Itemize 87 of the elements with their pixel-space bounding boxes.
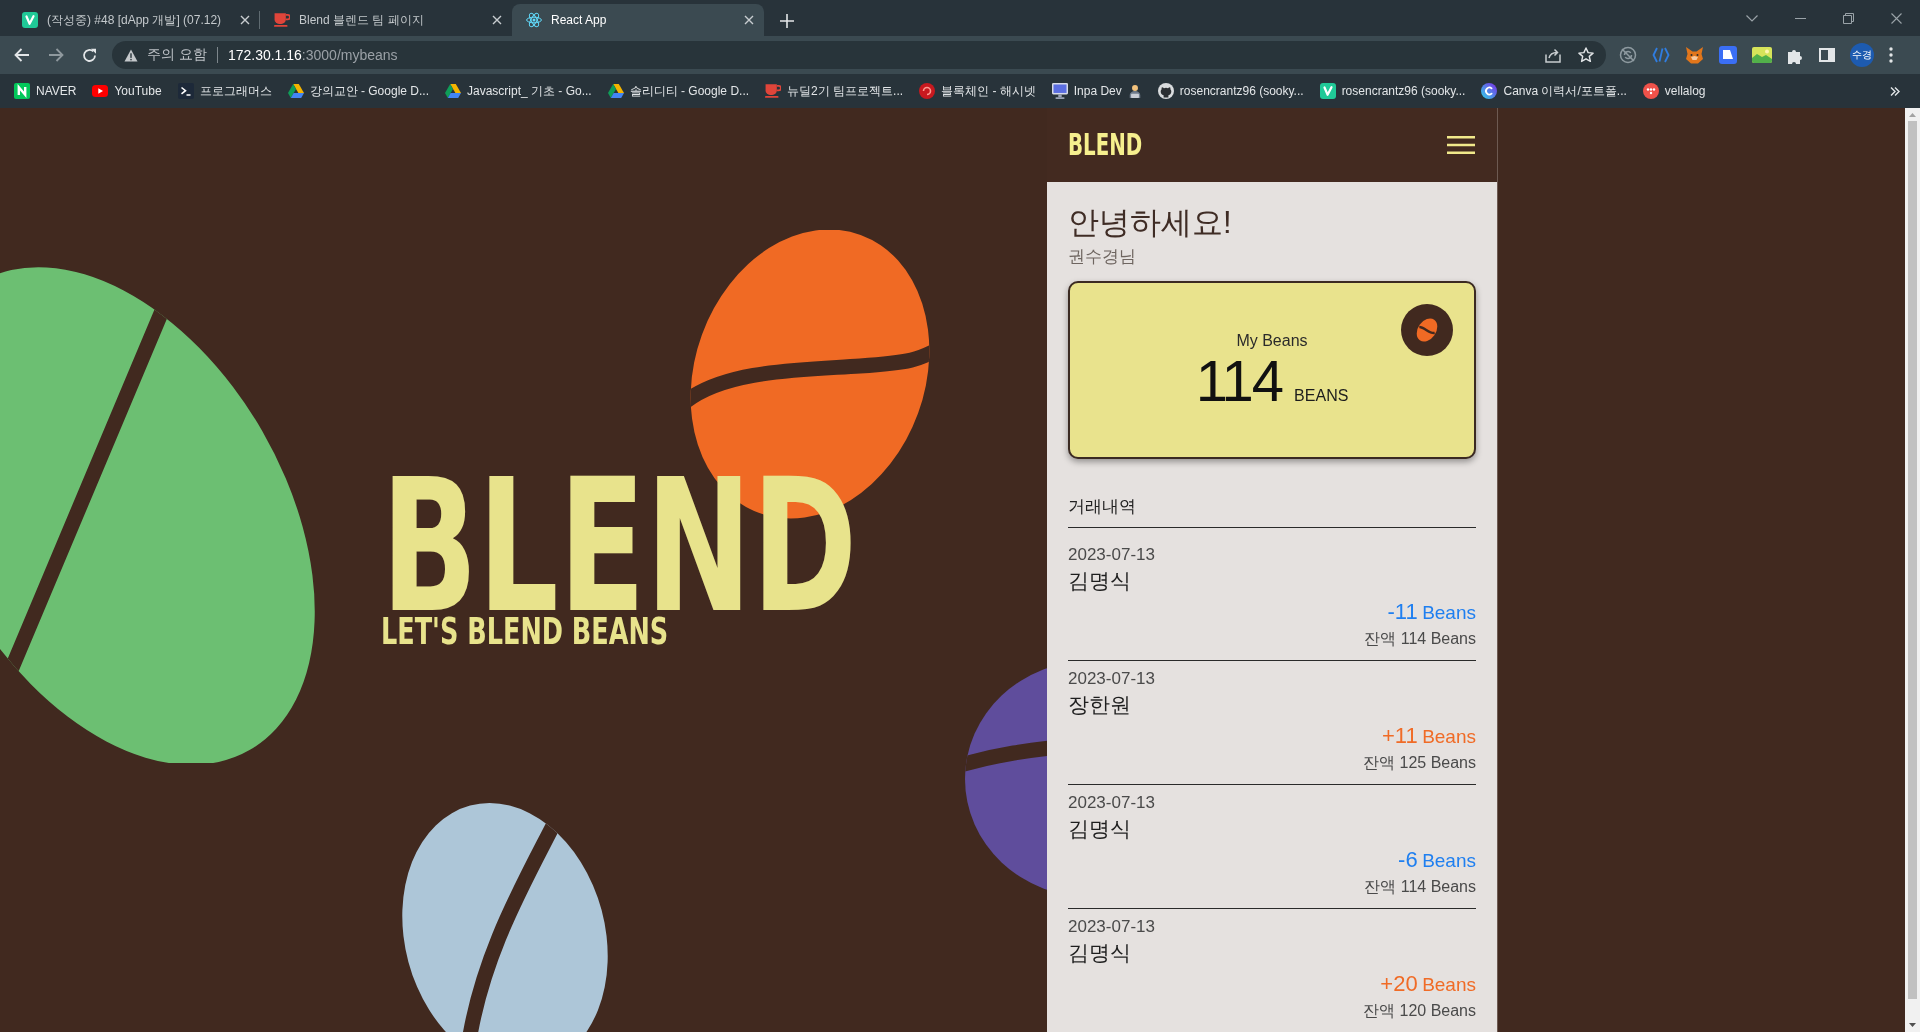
transaction-amount: +20 Beans [1380,971,1476,998]
close-icon[interactable] [1890,12,1902,24]
balance-text: 잔액 114 Beans [1364,877,1476,897]
tile-icon [14,83,30,99]
bookmark-link[interactable]: Javascript_ 기초 - Go... [439,78,598,104]
bookmark-link[interactable]: Canva 이력서/포트폴... [1475,78,1633,104]
bookmark-link[interactable]: 뉴딜2기 팀프로젝트... [759,78,910,104]
menu-icon[interactable] [1889,47,1893,63]
close-icon[interactable] [492,15,502,25]
scrollbar-thumb[interactable] [1908,121,1917,999]
browser-tab[interactable]: React App [512,4,764,36]
share-icon[interactable] [1545,47,1561,63]
bookmark-link[interactable]: NAVER [8,78,83,104]
scroll-down-icon[interactable] [1909,1023,1916,1027]
balance-text: 잔액 120 Beans [1363,1001,1476,1021]
balance-amount: 114 [1195,353,1283,409]
history-heading: 거래내역 [1068,496,1136,518]
transaction-amount: -11 Beans [1387,599,1476,626]
hero-tagline: LET'S BLEND BEANS [381,616,669,647]
double-chevron-icon[interactable] [1890,86,1900,96]
triangle-logo-icon [445,84,461,98]
user-name: 권수경님 [1068,246,1136,268]
monitor-icon [1051,83,1068,99]
coffee-bean-icon [1401,304,1453,356]
profile-avatar[interactable]: 수경 [1850,43,1874,67]
atom-icon [526,12,542,28]
transaction-amount: +11 Beans [1382,723,1476,750]
minimize-icon[interactable] [1794,17,1806,19]
bookmark-link[interactable]: YouTube [86,78,168,104]
transaction-amount: -6 Beans [1398,847,1476,874]
transaction-name: 김명식 [1068,568,1131,594]
cat-logo-icon [1157,83,1174,99]
app-logo[interactable]: BLEND [1068,133,1143,157]
menu-icon[interactable] [1447,136,1475,154]
transaction-date: 2023-07-13 [1068,793,1155,813]
prompt-tile-icon [177,83,194,99]
hero-title: BLEND [381,477,858,617]
bookmark-link[interactable]: 솔리디티 - Google D... [601,78,756,104]
forward-icon[interactable] [48,48,64,62]
transaction-date: 2023-07-13 [1068,917,1155,937]
url-text[interactable]: 172.30.1.16:3000/mybeans [227,47,398,63]
warning-icon [124,48,138,62]
triangle-logo-icon [607,84,624,98]
greeting-heading: 안녕하세요! [1068,204,1232,242]
transaction-name: 김명식 [1068,816,1131,842]
cup-icon [274,12,290,28]
security-chip[interactable]: 주의 요함 [124,46,207,64]
bookmark-link[interactable]: Inpa Dev [1045,78,1148,104]
close-icon[interactable] [744,15,754,25]
cup-icon [765,83,782,99]
transaction-name: 장한원 [1068,692,1131,718]
circle-arrows-icon[interactable] [1619,46,1637,64]
balance-text: 잔액 125 Beans [1363,753,1476,773]
transaction-name: 김명식 [1068,940,1131,966]
browser-tab[interactable]: Blend 블렌드 팀 페이지 [260,4,512,36]
triangle-logo-icon [287,84,304,98]
circle-logo-icon [1481,83,1498,99]
balance-label: My Beans [1236,331,1308,351]
circle-logo-icon [919,83,936,99]
reload-icon[interactable] [82,47,97,63]
plus-icon[interactable] [780,14,794,28]
bookmark-link[interactable]: 강의교안 - Google D... [281,78,435,104]
tile-icon [1319,83,1336,99]
balance-unit: BEANS [1294,387,1349,405]
tile-icon [22,12,38,28]
bookmark-link[interactable]: vellalog [1636,78,1712,104]
bookmark-link[interactable]: 프로그래머스 [171,78,278,104]
transaction-date: 2023-07-13 [1068,545,1155,565]
bookmark-link[interactable]: 블록체인 - 해시넷 [913,78,1042,104]
side-panel-icon[interactable] [1819,48,1835,62]
close-icon[interactable] [240,15,250,25]
dots-circle-icon [1642,83,1659,99]
address-bar[interactable]: 주의 요함 172.30.1.16:3000/mybeans [112,41,1606,69]
back-icon[interactable] [14,48,30,62]
balance-text: 잔액 114 Beans [1364,629,1476,649]
browser-tab[interactable]: (작성중) #48 [dApp 개발] (07.12) [8,4,260,36]
fox-icon[interactable] [1685,46,1704,64]
bookmark-tile-icon[interactable] [1719,46,1737,64]
transaction-date: 2023-07-13 [1068,669,1155,689]
restore-icon[interactable] [1842,12,1854,24]
star-icon[interactable] [1578,47,1594,63]
chevron-down-icon[interactable] [1746,14,1758,22]
bookmark-link[interactable]: rosencrantz96 (sooky... [1313,78,1472,104]
scrollbar-track[interactable] [1905,108,1920,1032]
bookmark-link[interactable]: rosencrantz96 (sooky... [1151,78,1310,104]
person-laptop-icon [1127,84,1142,98]
play-button-icon [92,85,109,97]
